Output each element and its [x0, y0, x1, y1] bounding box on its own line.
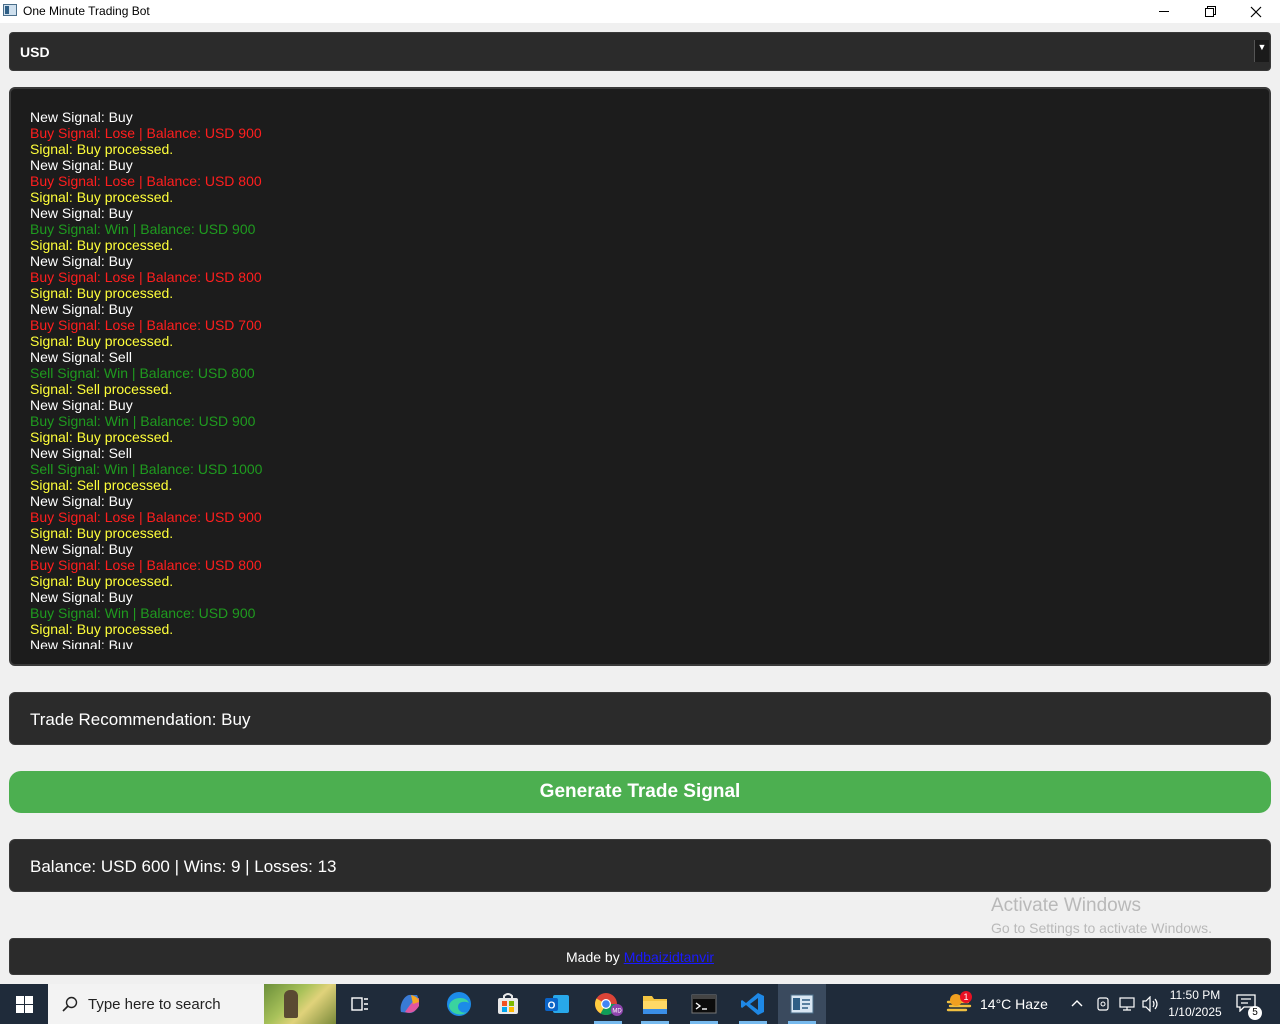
log-line: Sell Signal: Win | Balance: USD 1000: [30, 461, 263, 477]
restore-icon: [1204, 6, 1216, 17]
log-line: Buy Signal: Lose | Balance: USD 800: [30, 173, 262, 189]
search-placeholder: Type here to search: [88, 996, 221, 1013]
log-line: New Signal: Buy: [30, 541, 133, 557]
clock-time: 11:50 PM: [1169, 988, 1221, 1002]
log-line: New Signal: Buy: [30, 589, 133, 605]
log-line: New Signal: Buy: [30, 397, 133, 413]
app-icon: [3, 4, 17, 16]
log-line: New Signal: Buy: [30, 301, 133, 317]
trade-recommendation-text: Trade Recommendation: Buy: [30, 710, 251, 729]
task-view-icon[interactable]: [336, 984, 384, 1024]
vscode-icon[interactable]: [729, 984, 777, 1024]
log-line: Buy Signal: Win | Balance: USD 900: [30, 413, 256, 429]
trading-bot-app-icon[interactable]: [778, 984, 826, 1024]
log-line: Signal: Buy processed.: [30, 141, 174, 157]
log-line: New Signal: Buy: [30, 637, 133, 649]
log-line: New Signal: Buy: [30, 253, 133, 269]
chrome-icon[interactable]: MD: [584, 984, 632, 1024]
outlook-icon[interactable]: O: [533, 984, 581, 1024]
minimize-icon: [1159, 11, 1169, 12]
log-line: Signal: Sell processed.: [30, 381, 173, 397]
close-icon: [1250, 6, 1262, 17]
title-bar: One Minute Trading Bot: [0, 0, 1280, 23]
weather-alert-badge: 1: [960, 991, 972, 1003]
copilot-icon[interactable]: [386, 984, 434, 1024]
log-line: Signal: Buy processed.: [30, 573, 174, 589]
log-line: Buy Signal: Win | Balance: USD 900: [30, 605, 256, 621]
balance-status: Balance: USD 600 | Wins: 9 | Losses: 13: [9, 839, 1271, 892]
generate-trade-signal-button[interactable]: Generate Trade Signal: [9, 771, 1271, 813]
taskbar: Type here to search O MD 1 14°C Haze 11:…: [0, 984, 1280, 1024]
log-line: Signal: Buy processed.: [30, 429, 174, 445]
log-line: Signal: Buy processed.: [30, 621, 174, 637]
signal-log: New Signal: Buy Buy Signal: Lose | Balanc…: [30, 109, 1259, 649]
taskbar-search-box[interactable]: Type here to search: [48, 984, 336, 1024]
log-line: Buy Signal: Lose | Balance: USD 900: [30, 509, 262, 525]
footer-prefix: Made by: [566, 948, 620, 965]
chevron-down-icon[interactable]: ▼: [1254, 40, 1269, 62]
edge-browser-icon[interactable]: [435, 984, 483, 1024]
window-title: One Minute Trading Bot: [23, 4, 150, 18]
log-line: Buy Signal: Lose | Balance: USD 700: [30, 317, 262, 333]
activate-windows-watermark: Activate Windows Go to Settings to activ…: [991, 895, 1212, 936]
log-line: Signal: Sell processed.: [30, 477, 173, 493]
log-line: Buy Signal: Win | Balance: USD 900: [30, 221, 256, 237]
log-line: New Signal: Sell: [30, 349, 132, 365]
log-line: New Signal: Buy: [30, 109, 133, 125]
author-link[interactable]: Mdbaizidtanvir: [624, 949, 714, 965]
restore-button[interactable]: [1187, 0, 1233, 23]
close-button[interactable]: [1233, 0, 1279, 23]
balance-status-text: Balance: USD 600 | Wins: 9 | Losses: 13: [30, 857, 337, 876]
log-line: New Signal: Buy: [30, 493, 133, 509]
log-line: Buy Signal: Lose | Balance: USD 900: [30, 125, 262, 141]
watermark-title: Activate Windows: [991, 895, 1141, 916]
log-line: Signal: Buy processed.: [30, 237, 174, 253]
log-line: Signal: Buy processed.: [30, 525, 174, 541]
currency-dropdown[interactable]: USD ▼: [9, 32, 1271, 71]
terminal-icon[interactable]: [680, 984, 728, 1024]
signal-log-panel[interactable]: New Signal: Buy Buy Signal: Lose | Balanc…: [9, 87, 1271, 666]
footer: Made by Mdbaizidtanvir: [9, 938, 1271, 975]
log-line: New Signal: Sell: [30, 445, 132, 461]
file-explorer-icon[interactable]: [631, 984, 679, 1024]
taskbar-clock[interactable]: 11:50 PM 1/10/2025: [1162, 987, 1228, 1021]
microsoft-store-icon[interactable]: [484, 984, 532, 1024]
log-line: Signal: Buy processed.: [30, 333, 174, 349]
watermark-subtitle: Go to Settings to activate Windows.: [991, 920, 1212, 936]
notification-count-badge: 5: [1248, 1006, 1262, 1020]
chevron-up-icon[interactable]: [1070, 996, 1084, 1015]
clock-date: 1/10/2025: [1168, 1005, 1222, 1019]
minimize-button[interactable]: [1141, 0, 1187, 23]
log-line: Buy Signal: Lose | Balance: USD 800: [30, 269, 262, 285]
start-button[interactable]: [0, 984, 48, 1024]
svg-text:MD: MD: [612, 1009, 622, 1015]
svg-text:O: O: [548, 1001, 556, 1012]
meet-now-icon[interactable]: [1095, 996, 1111, 1017]
weather-text[interactable]: 14°C Haze: [980, 996, 1048, 1012]
log-line: Sell Signal: Win | Balance: USD 800: [30, 365, 255, 381]
search-icon: [62, 996, 78, 1012]
log-line: New Signal: Buy: [30, 205, 133, 221]
log-line: New Signal: Buy: [30, 157, 133, 173]
log-line: Buy Signal: Lose | Balance: USD 800: [30, 557, 262, 573]
volume-icon[interactable]: [1142, 995, 1160, 1017]
network-icon[interactable]: [1118, 996, 1136, 1017]
log-line: Signal: Buy processed.: [30, 189, 174, 205]
currency-selected-value: USD: [20, 44, 50, 60]
windows-logo-icon: [15, 995, 33, 1013]
log-line: Signal: Buy processed.: [30, 285, 174, 301]
search-highlight-image: [264, 984, 336, 1024]
trade-recommendation: Trade Recommendation: Buy: [9, 692, 1271, 745]
